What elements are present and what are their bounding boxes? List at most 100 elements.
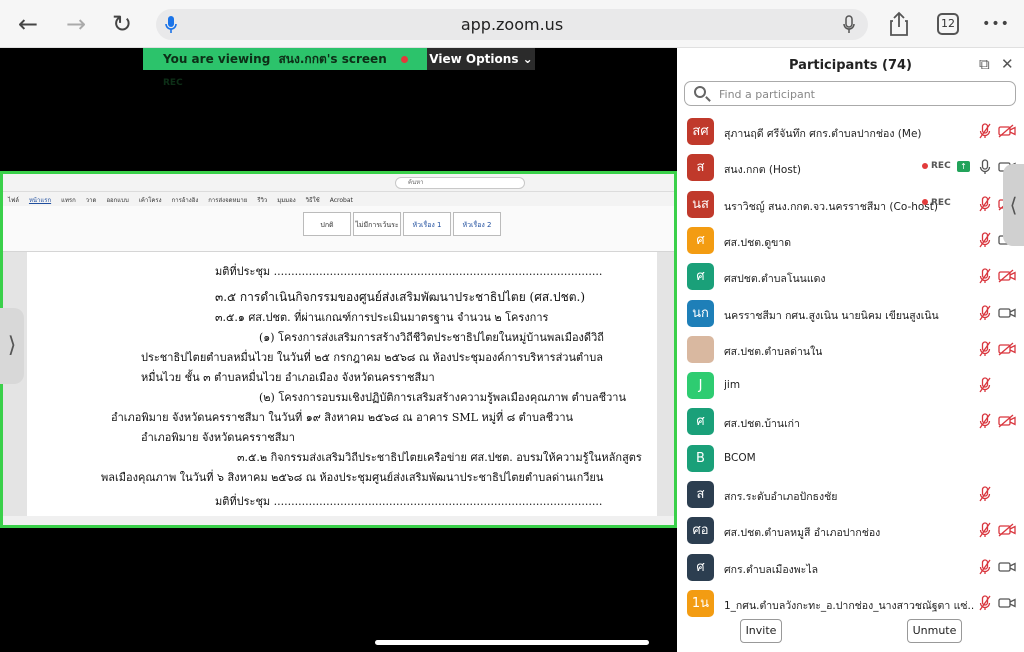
mic-icon <box>979 159 991 175</box>
participant-name: สุภานฤดี ศรีจันทึก ศกร.ตำบลปากช่อง (Me) <box>724 128 922 140</box>
participant-row[interactable]: นก นครราชสีมา กศน.สูงเนิน นายนิคม เขียนสู… <box>677 296 1024 332</box>
voice-search-icon[interactable] <box>842 15 856 34</box>
participant-row[interactable]: สศ สุภานฤดี ศรีจันทึก ศกร.ตำบลปากช่อง (Me… <box>677 114 1024 150</box>
ribbon-tab: แทรก <box>61 197 76 204</box>
participant-avatar: 1น <box>687 589 714 617</box>
participant-row[interactable]: ศส.ปชต.ตำบลด่านใน <box>677 332 1024 368</box>
muted-mic-icon <box>979 341 991 357</box>
participant-name: ศส.ปชต.บ้านเก่า <box>724 418 800 431</box>
muted-mic-icon <box>979 268 991 284</box>
doc-line: (๒) โครงการอบรมเชิงปฏิบัติการเสริมสร้างค… <box>259 391 626 404</box>
doc-line: ประชาธิปไตยตำบลหมื่นไวย ในวันที่ ๒๕ กรกฎ… <box>141 351 604 364</box>
doc-line: ๓.๕.๑ ศส.ปชต. ที่ผ่านเกณฑ์การประเมินมาตร… <box>215 311 549 324</box>
muted-mic-icon <box>979 377 991 393</box>
participant-avatar: ศ <box>687 408 714 436</box>
participant-name: BCOM <box>724 451 756 464</box>
participant-avatar: ศ <box>687 553 714 581</box>
close-icon[interactable]: ✕ <box>1001 55 1014 73</box>
participant-name: สนง.กกต (Host) <box>724 164 802 177</box>
participant-row[interactable]: ศ ศกร.ตำบลเมืองพะไล <box>677 550 1024 586</box>
participant-name: ศส.ปชต.ดูขาด <box>724 236 792 249</box>
right-drawer-handle[interactable]: ⟨ <box>1003 164 1024 246</box>
word-titlebar: ค้นหา <box>3 174 674 192</box>
video-icon <box>998 561 1016 572</box>
muted-mic-icon <box>979 595 991 611</box>
participant-row[interactable]: B BCOM <box>677 441 1024 477</box>
doc-line: มติที่ประชุม ...........................… <box>215 495 603 508</box>
muted-mic-icon <box>979 558 991 574</box>
participant-row[interactable]: ศอ ศส.ปชต.ตำบลหมูสี อำเภอปากช่อง <box>677 513 1024 549</box>
left-drawer-handle[interactable]: ⟩ <box>0 308 24 384</box>
participant-name: สกร.ระดับอำเภอปักธงชัย <box>724 491 838 503</box>
participant-search-input[interactable] <box>719 85 999 103</box>
participant-name: ศส.ปชต.ตำบลด่านใน <box>724 345 823 358</box>
participant-name: นราวิชญ์ สนง.กกต.จว.นครราชสีมา (Co-host) <box>724 200 938 213</box>
ribbon-tab: การส่งจดหมาย <box>208 197 248 204</box>
participant-row[interactable]: ส สกร.ระดับอำเภอปักธงชัย <box>677 477 1024 513</box>
forward-arrow-icon[interactable]: → <box>62 10 90 38</box>
rec-dot-icon <box>922 199 928 206</box>
participant-name: ศส.ปชต.ตำบลหมูสี อำเภอปากช่อง <box>724 527 881 540</box>
participant-avatar: B <box>687 444 714 472</box>
document-page: มติที่ประชุม ...........................… <box>27 252 657 516</box>
muted-mic-icon <box>979 232 991 248</box>
search-icon <box>694 86 706 98</box>
participant-avatar <box>687 335 714 363</box>
viewing-banner: You are viewing สนง.กกต's screen REC <box>143 48 427 88</box>
doc-line: มติที่ประชุม ...........................… <box>215 265 603 278</box>
video-off-icon <box>998 523 1016 537</box>
video-off-icon <box>998 124 1016 138</box>
participant-row[interactable]: ศ ศสปชต.ตำบลโนนแดง <box>677 259 1024 295</box>
tab-count-button[interactable]: 12 <box>937 13 959 35</box>
ribbon-tab: ไฟล์ <box>8 197 19 204</box>
participant-avatar: ศ <box>687 263 714 291</box>
home-indicator <box>375 640 649 645</box>
unmute-button[interactable]: Unmute <box>907 619 962 643</box>
address-bar[interactable]: app.zoom.us <box>156 9 868 40</box>
screen-share-area: You are viewing สนง.กกต's screen REC Vie… <box>0 48 677 652</box>
participant-search[interactable] <box>684 81 1016 106</box>
doc-line: อำเภอพิมาย จังหวัดนครราชสีมา ในวันที่ ๑๙… <box>111 411 574 424</box>
doc-line: (๑) โครงการส่งเสริมการสร้างวิถีชีวิตประช… <box>259 331 604 344</box>
word-statusbar <box>3 516 674 525</box>
participant-name: ศสปชต.ตำบลโนนแดง <box>724 273 826 286</box>
participant-avatar: ส <box>687 481 714 508</box>
back-arrow-icon[interactable]: ← <box>14 10 42 38</box>
participant-row[interactable]: นส นราวิชญ์ สนง.กกต.จว.นครราชสีมา (Co-hos… <box>677 187 1024 223</box>
style-heading-2: หัวเรื่อง 2 <box>453 212 501 236</box>
video-off-icon <box>998 269 1016 283</box>
url-text: app.zoom.us <box>460 15 564 34</box>
participant-row[interactable]: ศ ศส.ปชต.บ้านเก่า <box>677 404 1024 440</box>
popout-icon[interactable]: ⧉ <box>979 55 990 73</box>
more-options-icon[interactable]: ••• <box>982 10 1010 38</box>
participant-name: jim <box>724 379 741 392</box>
ribbon-tab: วาด <box>85 197 97 204</box>
style-heading-1: หัวเรื่อง 1 <box>403 212 451 236</box>
video-icon <box>998 307 1016 318</box>
viewing-prefix: You are viewing <box>163 52 271 66</box>
share-icon[interactable] <box>888 11 910 37</box>
participant-name: 1_กศน.ตำบลวังกะทะ_อ.ปากช่อง_นางสาวชณัฐตา… <box>724 599 974 612</box>
video-off-icon <box>998 414 1016 428</box>
participant-row[interactable]: Jjim <box>677 368 1024 404</box>
ribbon-tab: หน้าแรก <box>28 197 52 204</box>
rec-label: REC <box>163 78 183 88</box>
ribbon-tab: วิธีใช้ <box>305 197 320 204</box>
rec-label: REC <box>931 197 951 208</box>
muted-mic-icon <box>979 123 991 139</box>
word-ribbon: ปกติ ไม่มีการเว้นระ หัวเรื่อง 1 หัวเรื่อ… <box>3 206 674 252</box>
word-ribbon-tabs: ไฟล์ หน้าแรก แทรก วาด ออกแบบ เค้าโครง การอ้างอ… <box>3 192 674 206</box>
participant-avatar: สศ <box>687 118 714 145</box>
participant-row[interactable]: ศ ศส.ปชต.ดูขาด <box>677 223 1024 259</box>
participant-row[interactable]: 1น 1_กศน.ตำบลวังกะทะ_อ.ปากช่อง_นางสาวชณัฐ… <box>677 586 1024 622</box>
participant-name: ศกร.ตำบลเมืองพะไล <box>724 563 819 576</box>
participant-avatar: J <box>687 372 714 400</box>
participant-row[interactable]: ส สนง.กกต (Host) REC ↑ <box>677 150 1024 186</box>
muted-mic-icon <box>979 304 991 320</box>
reload-icon[interactable]: ↻ <box>108 10 136 38</box>
invite-button[interactable]: Invite <box>740 619 782 643</box>
doc-line: ๓.๕ การดำเนินกิจกรรมของศูนย์ส่งเสริมพัฒน… <box>215 290 586 304</box>
ribbon-tab: Acrobat <box>329 197 353 204</box>
view-options-button[interactable]: View Options ⌄ <box>427 48 535 70</box>
sharer-name: สนง.กกต's screen <box>278 52 387 66</box>
